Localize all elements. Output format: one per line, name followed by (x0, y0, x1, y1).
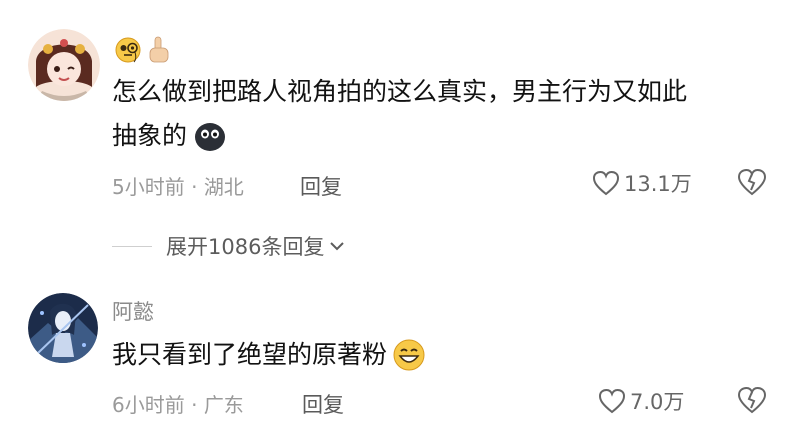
comment-1-emoji-line (115, 35, 175, 65)
avatar-user-2[interactable] (28, 293, 98, 363)
meta-separator: · (191, 393, 198, 417)
comment-1-reply-button[interactable]: 回复 (300, 171, 342, 201)
comment-1-like-button[interactable]: 13.1万 (592, 168, 692, 198)
dark-blob-face-icon (195, 123, 226, 151)
comment-1-meta: 5小时前 · 湖北 (112, 171, 244, 200)
comment-2-username[interactable]: 阿懿 (112, 296, 154, 326)
comment-1-text-line-1: 怎么做到把路人视角拍的这么真实，男主行为又如此 (112, 77, 688, 106)
avatar-user-1[interactable] (28, 29, 100, 101)
meta-separator: · (191, 175, 198, 199)
grinning-face-icon (393, 339, 425, 371)
heart-icon (592, 170, 620, 196)
broken-heart-icon (737, 168, 767, 196)
broken-heart-icon (737, 386, 767, 414)
comment-2-time: 6小时前 (112, 393, 185, 417)
comment-1-text-line-2: 抽象的 (112, 116, 227, 156)
comment-2-reply-button[interactable]: 回复 (302, 389, 344, 419)
monocle-face-icon (115, 37, 141, 63)
expand-replies-button[interactable]: 展开1086条回复 (112, 230, 346, 262)
pointing-up-hand-icon (149, 36, 169, 63)
chevron-down-icon (330, 242, 345, 251)
comment-2-like-button[interactable]: 7.0万 (598, 386, 684, 416)
comment-1-time: 5小时前 (112, 175, 185, 199)
comment-2-dislike-button[interactable] (737, 386, 767, 418)
comment-2-meta: 6小时前 · 广东 (112, 389, 244, 418)
comment-2-like-count: 7.0万 (630, 390, 685, 414)
comment-2-location: 广东 (203, 393, 244, 417)
comment-2-text: 我只看到了绝望的原著粉 (112, 335, 425, 375)
comment-1-like-count: 13.1万 (624, 172, 692, 196)
comment-1-text-line-2-label: 抽象的 (112, 121, 188, 150)
comment-2-text-label: 我只看到了绝望的原著粉 (112, 340, 388, 369)
comment-1-location: 湖北 (203, 175, 244, 199)
heart-icon (598, 388, 626, 414)
expand-replies-label: 展开1086条回复 (166, 235, 325, 259)
expand-divider-line (112, 245, 152, 247)
comment-1-dislike-button[interactable] (737, 168, 767, 200)
